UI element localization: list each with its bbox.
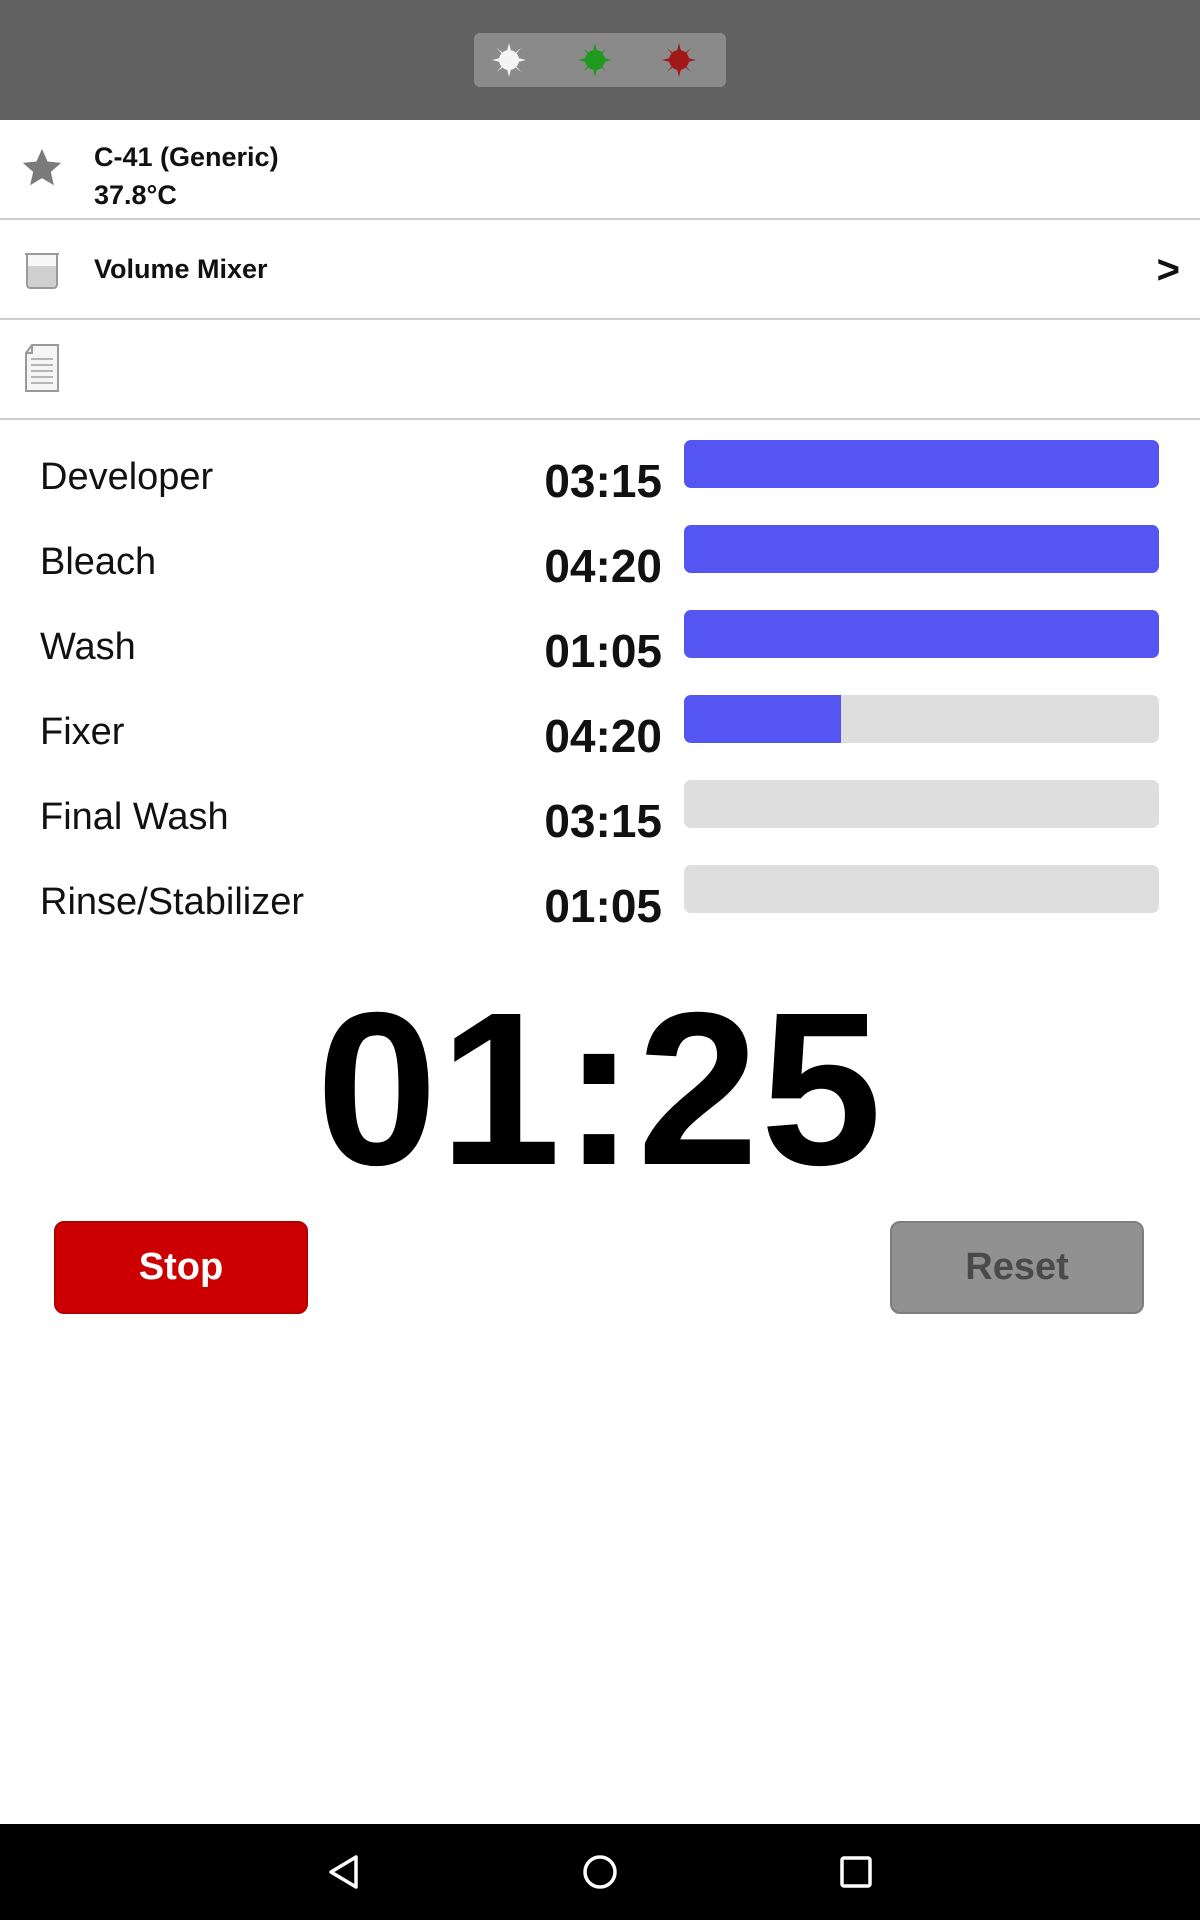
recents-icon[interactable] — [830, 1846, 882, 1898]
step-progress-fill — [684, 440, 1159, 488]
volume-mixer-label: Volume Mixer — [94, 254, 268, 284]
green-safelight-icon[interactable] — [576, 41, 614, 79]
step-name: Rinse/Stabilizer — [40, 881, 304, 923]
step-time: 01:05 — [544, 625, 662, 677]
white-safelight-icon[interactable] — [490, 41, 528, 79]
step-time: 03:15 — [544, 455, 662, 507]
step-row-wash: Wash 01:05 — [0, 590, 1200, 677]
back-icon[interactable] — [318, 1846, 370, 1898]
step-time: 04:20 — [544, 540, 662, 592]
safelight-selector — [474, 33, 726, 87]
step-progress-fill — [684, 695, 841, 743]
step-time: 04:20 — [544, 710, 662, 762]
step-progress-bar — [684, 440, 1159, 488]
beaker-icon — [18, 246, 66, 294]
step-progress-fill — [684, 525, 1159, 573]
step-progress-bar — [684, 695, 1159, 743]
countdown-timer: 01:25 — [316, 968, 884, 1211]
chevron-right-icon[interactable]: > — [1157, 248, 1180, 293]
step-row-fixer: Fixer 04:20 — [0, 675, 1200, 762]
process-row[interactable]: C-41 (Generic) 37.8°C — [0, 120, 1200, 220]
star-icon[interactable] — [18, 144, 66, 192]
red-safelight-icon[interactable] — [660, 41, 698, 79]
step-progress-bar — [684, 610, 1159, 658]
step-progress-bar — [684, 525, 1159, 573]
document-icon[interactable] — [18, 344, 66, 392]
step-name: Fixer — [40, 711, 125, 753]
system-nav-bar — [0, 1824, 1200, 1920]
step-name: Wash — [40, 626, 136, 668]
stop-button[interactable]: Stop — [54, 1221, 308, 1314]
process-temperature: 37.8°C — [94, 180, 177, 210]
step-name: Bleach — [40, 541, 157, 583]
step-row-developer: Developer 03:15 — [0, 420, 1200, 507]
top-bar — [0, 0, 1200, 120]
step-name: Developer — [40, 456, 214, 498]
volume-mixer-row[interactable]: Volume Mixer > — [0, 220, 1200, 320]
step-name: Final Wash — [40, 796, 229, 838]
process-name: C-41 (Generic) — [94, 142, 279, 172]
step-progress-fill — [684, 610, 1159, 658]
reset-button[interactable]: Reset — [890, 1221, 1144, 1314]
step-progress-bar — [684, 780, 1159, 828]
step-time: 03:15 — [544, 795, 662, 847]
notes-row[interactable] — [0, 320, 1200, 420]
step-time: 01:05 — [544, 880, 662, 932]
step-progress-bar — [684, 865, 1159, 913]
app-screen: C-41 (Generic) 37.8°C Volume Mixer > Dev… — [0, 0, 1200, 1920]
step-row-rinse-stabilizer: Rinse/Stabilizer 01:05 — [0, 845, 1200, 932]
step-row-bleach: Bleach 04:20 — [0, 505, 1200, 592]
step-row-final-wash: Final Wash 03:15 — [0, 760, 1200, 847]
home-icon[interactable] — [574, 1846, 626, 1898]
